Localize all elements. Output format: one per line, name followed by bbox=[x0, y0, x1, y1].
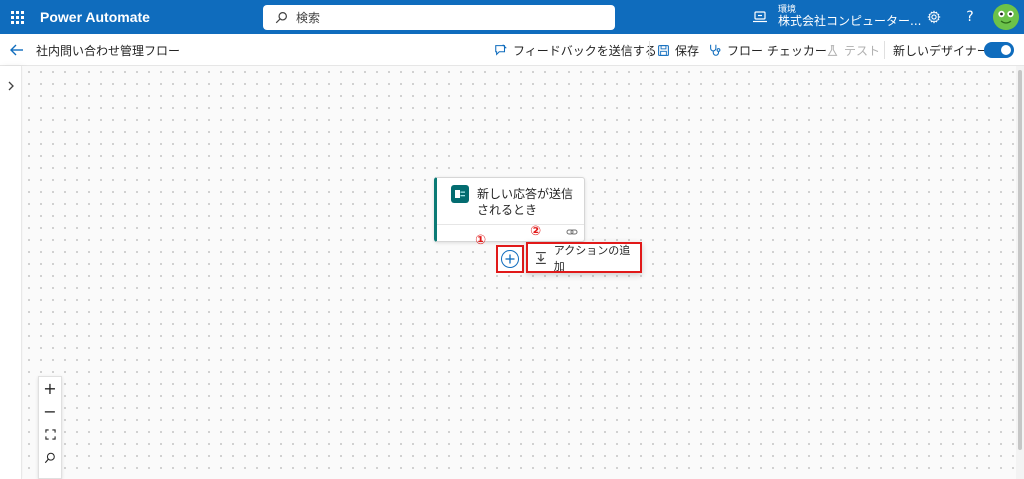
annotation-marker-1: ① bbox=[475, 233, 487, 248]
waffle-icon bbox=[10, 10, 24, 24]
plus-icon bbox=[501, 250, 519, 268]
search-input[interactable]: 検索 bbox=[263, 5, 615, 30]
chevron-right-icon[interactable] bbox=[6, 80, 16, 92]
test-label: テスト bbox=[844, 43, 881, 58]
link-icon[interactable] bbox=[566, 226, 578, 238]
environment-picker[interactable]: 環境 株式会社コンピューター... bbox=[752, 0, 921, 34]
help-button[interactable]: ? bbox=[958, 0, 982, 34]
avatar[interactable] bbox=[993, 4, 1019, 30]
save-label: 保存 bbox=[675, 43, 700, 58]
command-bar: 社内問い合わせ管理フロー フィードバックを送信する 保存 フロー チェッカー テ… bbox=[0, 34, 1024, 66]
gear-icon bbox=[927, 10, 941, 24]
environment-icon bbox=[753, 11, 767, 23]
zoom-in-button[interactable]: + bbox=[39, 377, 61, 400]
add-action-label: アクションの追加 bbox=[553, 243, 631, 273]
back-arrow-icon[interactable] bbox=[8, 41, 26, 59]
help-icon: ? bbox=[966, 9, 974, 25]
flow-checker-label: フロー チェッカー bbox=[727, 43, 827, 58]
toolbar-divider bbox=[649, 41, 650, 59]
test-button[interactable]: テスト bbox=[826, 34, 880, 66]
flow-title: 社内問い合わせ管理フロー bbox=[36, 44, 181, 58]
frog-avatar-icon bbox=[993, 4, 1019, 30]
zoom-controls: + − bbox=[38, 376, 62, 479]
feedback-button[interactable]: フィードバックを送信する bbox=[494, 34, 657, 66]
search-zoom-icon bbox=[44, 452, 55, 463]
save-button[interactable]: 保存 bbox=[657, 34, 699, 66]
search-placeholder: 検索 bbox=[296, 11, 321, 25]
vertical-scrollbar[interactable] bbox=[1016, 66, 1024, 479]
insert-action-icon bbox=[535, 251, 546, 264]
save-icon bbox=[657, 44, 670, 57]
minimap-button[interactable] bbox=[39, 446, 61, 469]
search-icon bbox=[275, 12, 287, 24]
annotation-marker-2: ② bbox=[530, 224, 542, 239]
top-app-bar: Power Automate 検索 環境 株式会社コンピューター... ? bbox=[0, 0, 1024, 34]
trigger-card[interactable]: 新しい応答が送信されるとき bbox=[434, 177, 585, 242]
environment-name: 株式会社コンピューター... bbox=[778, 14, 922, 29]
flow-checker-button[interactable]: フロー チェッカー bbox=[708, 34, 827, 66]
app-launcher-button[interactable] bbox=[0, 0, 34, 34]
fit-view-icon bbox=[44, 429, 56, 440]
trigger-title: 新しい応答が送信されるとき bbox=[477, 187, 574, 217]
forms-icon bbox=[451, 185, 469, 203]
zoom-out-button[interactable]: − bbox=[39, 400, 61, 423]
card-divider bbox=[437, 224, 584, 225]
new-designer-label: 新しいデザイナー bbox=[893, 43, 989, 58]
settings-button[interactable] bbox=[922, 0, 946, 34]
app-name[interactable]: Power Automate bbox=[40, 9, 150, 25]
feedback-label: フィードバックを送信する bbox=[513, 43, 657, 58]
new-designer-toggle[interactable] bbox=[984, 42, 1014, 58]
stethoscope-icon bbox=[708, 43, 722, 57]
beaker-icon bbox=[826, 44, 839, 57]
scrollbar-thumb[interactable] bbox=[1018, 70, 1022, 450]
toolbar-divider bbox=[884, 41, 885, 59]
add-step-button[interactable] bbox=[496, 245, 524, 273]
left-side-rail bbox=[0, 66, 22, 479]
fit-view-button[interactable] bbox=[39, 423, 61, 446]
add-action-menu-item[interactable]: アクションの追加 bbox=[526, 242, 642, 273]
feedback-icon bbox=[494, 43, 508, 57]
